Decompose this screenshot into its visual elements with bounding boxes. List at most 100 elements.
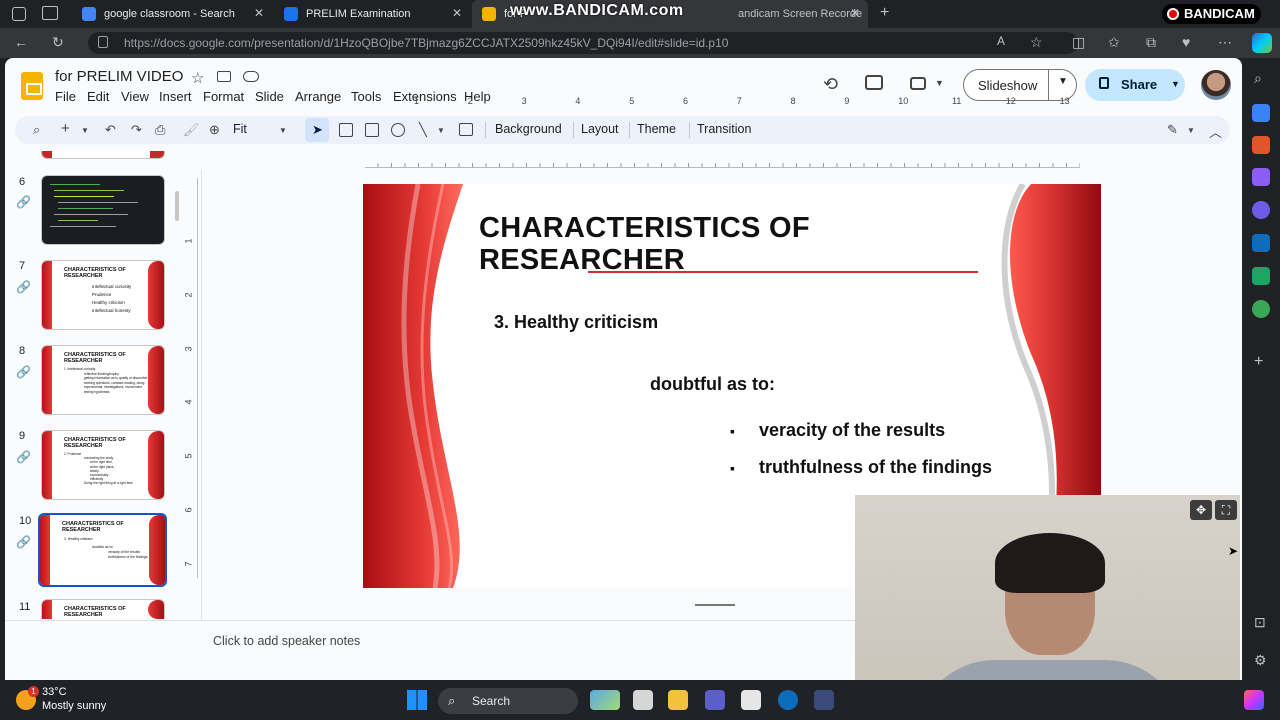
tab-close-icon[interactable]: ✕ [452, 6, 462, 20]
read-aloud-icon[interactable]: A [997, 34, 1005, 48]
teams-icon[interactable] [705, 690, 725, 710]
weather-temperature[interactable]: 33°C [42, 686, 67, 698]
weather-description[interactable]: Mostly sunny [42, 700, 106, 712]
browser-menu-icon[interactable] [12, 7, 26, 21]
background-button[interactable]: Background [495, 122, 562, 136]
meet-dropdown-icon[interactable]: ▼ [935, 78, 944, 88]
new-slide-icon[interactable]: + [61, 120, 70, 137]
menu-tools[interactable]: Tools [351, 89, 381, 104]
browser-tab-search[interactable]: google classroom - Search ✕ [72, 0, 272, 28]
slide-thumb-partial[interactable] [41, 151, 165, 159]
menu-insert[interactable]: Insert [159, 89, 192, 104]
cloud-status-icon[interactable] [243, 71, 259, 82]
image-icon[interactable] [365, 123, 379, 137]
move-folder-icon[interactable] [217, 71, 231, 82]
menu-format[interactable]: Format [203, 89, 244, 104]
task-view-icon[interactable] [633, 690, 653, 710]
zoom-select[interactable]: Fit [233, 122, 247, 136]
more-options-icon[interactable]: ⋯ [1218, 34, 1232, 51]
menu-file[interactable]: File [55, 89, 76, 104]
address-bar[interactable]: https://docs.google.com/presentation/d/1… [88, 32, 1078, 54]
slide-thumb-7[interactable]: CHARACTERISTICS OF RESEARCHER Intellectu… [41, 260, 165, 330]
menu-slide[interactable]: Slide [255, 89, 284, 104]
menu-arrange[interactable]: Arrange [295, 89, 341, 104]
menu-extensions[interactable]: Extensions [393, 89, 457, 104]
zoom-dropdown-icon[interactable]: ▼ [279, 126, 287, 135]
sidebar-copilot-icon[interactable] [1252, 201, 1270, 219]
slideshow-dropdown-icon[interactable]: ▼ [1058, 76, 1068, 87]
share-dropdown-icon[interactable]: ▼ [1171, 79, 1180, 89]
collections-icon[interactable]: ⧉ [1146, 34, 1156, 51]
sidebar-search-icon[interactable]: ⌕ [1254, 70, 1262, 87]
comment-add-icon[interactable] [459, 123, 473, 136]
transition-button[interactable]: Transition [697, 122, 751, 136]
back-icon[interactable]: ← [14, 34, 28, 50]
collapse-toolbar-icon[interactable]: ︿ [1209, 122, 1222, 141]
site-info-icon[interactable] [98, 36, 108, 48]
sidebar-add-icon[interactable]: + [1254, 353, 1263, 371]
slide-thumb-10-selected[interactable]: CHARACTERISTICS OF RESEARCHER 3. Healthy… [38, 513, 167, 587]
new-tab-icon[interactable]: + [880, 4, 889, 22]
tab-close-icon[interactable]: ✕ [850, 6, 860, 20]
slide-thumb-9[interactable]: CHARACTERISTICS OF RESEARCHER 2. Prudenc… [41, 430, 165, 500]
reload-icon[interactable]: ↻ [52, 34, 64, 51]
share-button[interactable]: Share ▼ [1085, 69, 1185, 101]
sidebar-tree-icon[interactable] [1252, 300, 1270, 318]
line-dropdown-icon[interactable]: ▼ [437, 126, 445, 135]
slide-thumb-6[interactable] [41, 175, 165, 245]
mail-icon[interactable] [814, 690, 834, 710]
pen-dropdown-icon[interactable]: ▼ [1187, 126, 1195, 135]
fullscreen-icon[interactable]: ⛶ [1215, 500, 1237, 520]
sidebar-outlook-icon[interactable] [1252, 234, 1270, 252]
text-box-icon[interactable] [339, 123, 353, 137]
sidebar-games-icon[interactable] [1252, 168, 1270, 186]
speaker-notes[interactable] [5, 620, 855, 660]
slide-title[interactable]: CHARACTERISTICS OF RESEARCHER [479, 212, 899, 276]
comments-icon[interactable] [865, 75, 883, 90]
taskbar-search[interactable]: Search [438, 688, 578, 714]
undo-icon[interactable]: ↶ [105, 122, 116, 138]
move-icon[interactable]: ✥ [1190, 500, 1212, 520]
menu-view[interactable]: View [121, 89, 149, 104]
line-icon[interactable]: ╲ [419, 122, 427, 138]
slide-heading[interactable]: 3. Healthy criticism [494, 312, 658, 333]
edge-taskbar-icon[interactable] [778, 690, 798, 710]
split-screen-icon[interactable]: ◫ [1072, 34, 1085, 51]
meet-icon[interactable] [910, 77, 926, 90]
filmstrip-scrollbar[interactable] [175, 191, 179, 221]
slide-subheading[interactable]: doubtful as to: [650, 374, 775, 395]
sidebar-settings-icon[interactable]: ⚙ [1254, 652, 1267, 669]
avatar[interactable] [1201, 70, 1231, 100]
document-title[interactable]: for PRELIM VIDEO [55, 68, 183, 85]
browser-essentials-icon[interactable]: ♥ [1182, 34, 1190, 50]
slide-thumb-8[interactable]: CHARACTERISTICS OF RESEARCHER 1. Intelle… [41, 345, 165, 415]
copilot-taskbar-icon[interactable] [1244, 690, 1264, 710]
layout-button[interactable]: Layout [581, 122, 619, 136]
copilot-icon[interactable] [1252, 33, 1272, 53]
menu-edit[interactable]: Edit [87, 89, 109, 104]
windows-start-icon[interactable] [407, 690, 427, 710]
widgets-image-icon[interactable] [590, 690, 620, 710]
pen-tool-icon[interactable]: ✎ [1167, 122, 1178, 138]
zoom-icon[interactable]: ⊕ [209, 122, 220, 138]
sidebar-screenshot-icon[interactable]: ⊡ [1254, 614, 1266, 631]
tab-close-icon[interactable]: ✕ [254, 6, 264, 20]
favorites-icon[interactable]: ✩ [1108, 34, 1120, 51]
shape-icon[interactable] [391, 123, 405, 137]
bullet-text[interactable]: truthfulness of the findings [759, 457, 992, 478]
favorite-star-icon[interactable]: ☆ [1030, 34, 1043, 51]
slide-thumb-11[interactable]: CHARACTERISTICS OF RESEARCHER [41, 599, 165, 619]
file-explorer-icon[interactable] [668, 690, 688, 710]
sidebar-drop-icon[interactable] [1252, 267, 1270, 285]
sidebar-shopping-icon[interactable] [1252, 104, 1270, 122]
search-menus-icon[interactable]: ⌕ [33, 122, 40, 138]
new-slide-dropdown-icon[interactable]: ▼ [81, 126, 89, 135]
paint-format-icon[interactable]: 🖌 [183, 122, 200, 138]
bullet-text[interactable]: veracity of the results [759, 420, 945, 441]
slides-logo-icon[interactable] [21, 72, 43, 100]
redo-icon[interactable]: ↷ [131, 122, 142, 138]
print-icon[interactable]: ⎙ [155, 122, 165, 138]
speaker-notes-placeholder[interactable]: Click to add speaker notes [213, 634, 360, 648]
version-history-icon[interactable]: ⟲ [823, 74, 838, 95]
theme-button[interactable]: Theme [637, 122, 676, 136]
